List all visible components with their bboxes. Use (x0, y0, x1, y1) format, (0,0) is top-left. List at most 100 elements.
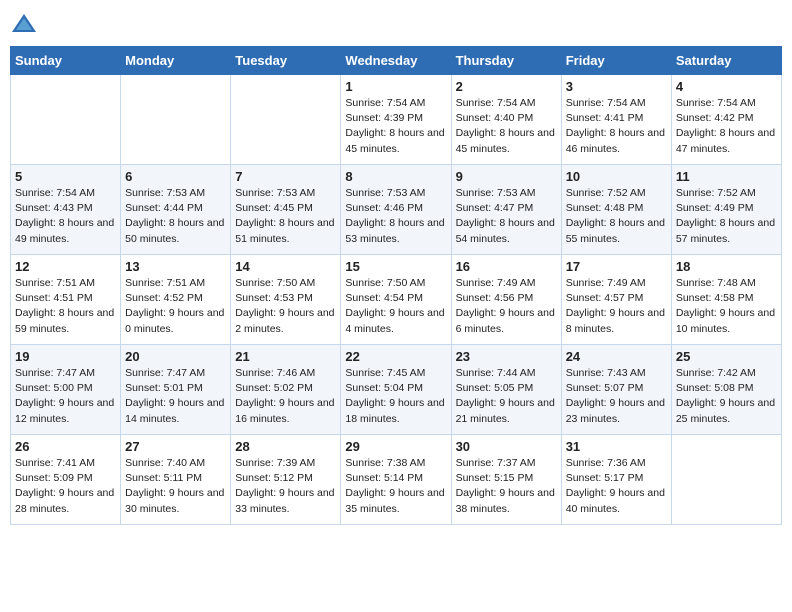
day-info: Sunrise: 7:37 AM Sunset: 5:15 PM Dayligh… (456, 456, 557, 517)
day-number: 6 (125, 169, 226, 184)
calendar-cell: 17 Sunrise: 7:49 AM Sunset: 4:57 PM Dayli… (561, 255, 671, 345)
day-info: Sunrise: 7:54 AM Sunset: 4:41 PM Dayligh… (566, 96, 667, 157)
day-info: Sunrise: 7:53 AM Sunset: 4:46 PM Dayligh… (345, 186, 446, 247)
day-info: Sunrise: 7:52 AM Sunset: 4:48 PM Dayligh… (566, 186, 667, 247)
day-info: Sunrise: 7:49 AM Sunset: 4:57 PM Dayligh… (566, 276, 667, 337)
day-info: Sunrise: 7:51 AM Sunset: 4:51 PM Dayligh… (15, 276, 116, 337)
day-number: 8 (345, 169, 446, 184)
day-number: 10 (566, 169, 667, 184)
calendar-cell (11, 75, 121, 165)
calendar-cell: 27 Sunrise: 7:40 AM Sunset: 5:11 PM Dayli… (121, 435, 231, 525)
weekday-header-friday: Friday (561, 47, 671, 75)
calendar-cell: 16 Sunrise: 7:49 AM Sunset: 4:56 PM Dayli… (451, 255, 561, 345)
weekday-header-sunday: Sunday (11, 47, 121, 75)
day-info: Sunrise: 7:50 AM Sunset: 4:54 PM Dayligh… (345, 276, 446, 337)
day-info: Sunrise: 7:36 AM Sunset: 5:17 PM Dayligh… (566, 456, 667, 517)
calendar-cell: 3 Sunrise: 7:54 AM Sunset: 4:41 PM Daylig… (561, 75, 671, 165)
day-number: 24 (566, 349, 667, 364)
day-info: Sunrise: 7:47 AM Sunset: 5:00 PM Dayligh… (15, 366, 116, 427)
calendar-cell: 15 Sunrise: 7:50 AM Sunset: 4:54 PM Dayli… (341, 255, 451, 345)
day-number: 28 (235, 439, 336, 454)
calendar-week-row: 1Sunrise: 7:54 AM Sunset: 4:39 PM Daylig… (11, 75, 782, 165)
day-info: Sunrise: 7:52 AM Sunset: 4:49 PM Dayligh… (676, 186, 777, 247)
calendar-cell (231, 75, 341, 165)
calendar-week-row: 12 Sunrise: 7:51 AM Sunset: 4:51 PM Dayli… (11, 255, 782, 345)
weekday-header-monday: Monday (121, 47, 231, 75)
calendar-cell: 6 Sunrise: 7:53 AM Sunset: 4:44 PM Daylig… (121, 165, 231, 255)
calendar-cell: 10 Sunrise: 7:52 AM Sunset: 4:48 PM Dayli… (561, 165, 671, 255)
weekday-header-thursday: Thursday (451, 47, 561, 75)
calendar-cell: 2Sunrise: 7:54 AM Sunset: 4:40 PM Daylig… (451, 75, 561, 165)
day-info: Sunrise: 7:44 AM Sunset: 5:05 PM Dayligh… (456, 366, 557, 427)
calendar-cell (121, 75, 231, 165)
day-number: 3 (566, 79, 667, 94)
day-number: 13 (125, 259, 226, 274)
calendar-cell: 19Sunrise: 7:47 AM Sunset: 5:00 PM Dayli… (11, 345, 121, 435)
calendar-cell: 9 Sunrise: 7:53 AM Sunset: 4:47 PM Daylig… (451, 165, 561, 255)
day-number: 9 (456, 169, 557, 184)
day-info: Sunrise: 7:53 AM Sunset: 4:44 PM Dayligh… (125, 186, 226, 247)
day-info: Sunrise: 7:38 AM Sunset: 5:14 PM Dayligh… (345, 456, 446, 517)
calendar-cell: 30 Sunrise: 7:37 AM Sunset: 5:15 PM Dayli… (451, 435, 561, 525)
weekday-header-wednesday: Wednesday (341, 47, 451, 75)
day-number: 16 (456, 259, 557, 274)
day-info: Sunrise: 7:45 AM Sunset: 5:04 PM Dayligh… (345, 366, 446, 427)
calendar-cell: 20 Sunrise: 7:47 AM Sunset: 5:01 PM Dayli… (121, 345, 231, 435)
calendar-week-row: 19Sunrise: 7:47 AM Sunset: 5:00 PM Dayli… (11, 345, 782, 435)
day-info: Sunrise: 7:43 AM Sunset: 5:07 PM Dayligh… (566, 366, 667, 427)
day-number: 23 (456, 349, 557, 364)
day-info: Sunrise: 7:54 AM Sunset: 4:43 PM Dayligh… (15, 186, 116, 247)
calendar-body: 1Sunrise: 7:54 AM Sunset: 4:39 PM Daylig… (11, 75, 782, 525)
day-number: 30 (456, 439, 557, 454)
calendar-cell: 21 Sunrise: 7:46 AM Sunset: 5:02 PM Dayli… (231, 345, 341, 435)
day-number: 27 (125, 439, 226, 454)
calendar-cell: 18 Sunrise: 7:48 AM Sunset: 4:58 PM Dayli… (671, 255, 781, 345)
page-header (10, 10, 782, 38)
day-info: Sunrise: 7:46 AM Sunset: 5:02 PM Dayligh… (235, 366, 336, 427)
day-info: Sunrise: 7:47 AM Sunset: 5:01 PM Dayligh… (125, 366, 226, 427)
calendar-cell: 14Sunrise: 7:50 AM Sunset: 4:53 PM Dayli… (231, 255, 341, 345)
day-info: Sunrise: 7:54 AM Sunset: 4:42 PM Dayligh… (676, 96, 777, 157)
calendar-cell: 25 Sunrise: 7:42 AM Sunset: 5:08 PM Dayli… (671, 345, 781, 435)
day-number: 18 (676, 259, 777, 274)
day-number: 22 (345, 349, 446, 364)
calendar-cell: 5Sunrise: 7:54 AM Sunset: 4:43 PM Daylig… (11, 165, 121, 255)
day-number: 12 (15, 259, 116, 274)
day-info: Sunrise: 7:42 AM Sunset: 5:08 PM Dayligh… (676, 366, 777, 427)
weekday-header-tuesday: Tuesday (231, 47, 341, 75)
day-info: Sunrise: 7:41 AM Sunset: 5:09 PM Dayligh… (15, 456, 116, 517)
day-number: 1 (345, 79, 446, 94)
day-number: 29 (345, 439, 446, 454)
calendar-cell: 24 Sunrise: 7:43 AM Sunset: 5:07 PM Dayli… (561, 345, 671, 435)
day-info: Sunrise: 7:51 AM Sunset: 4:52 PM Dayligh… (125, 276, 226, 337)
logo (10, 10, 42, 38)
day-info: Sunrise: 7:53 AM Sunset: 4:47 PM Dayligh… (456, 186, 557, 247)
day-number: 31 (566, 439, 667, 454)
day-info: Sunrise: 7:50 AM Sunset: 4:53 PM Dayligh… (235, 276, 336, 337)
calendar-cell: 13 Sunrise: 7:51 AM Sunset: 4:52 PM Dayli… (121, 255, 231, 345)
calendar-cell: 28Sunrise: 7:39 AM Sunset: 5:12 PM Dayli… (231, 435, 341, 525)
calendar-cell: 29 Sunrise: 7:38 AM Sunset: 5:14 PM Dayli… (341, 435, 451, 525)
calendar-cell: 26Sunrise: 7:41 AM Sunset: 5:09 PM Dayli… (11, 435, 121, 525)
day-number: 17 (566, 259, 667, 274)
weekday-header-saturday: Saturday (671, 47, 781, 75)
day-number: 15 (345, 259, 446, 274)
calendar-week-row: 26Sunrise: 7:41 AM Sunset: 5:09 PM Dayli… (11, 435, 782, 525)
calendar-cell: 4 Sunrise: 7:54 AM Sunset: 4:42 PM Daylig… (671, 75, 781, 165)
day-info: Sunrise: 7:49 AM Sunset: 4:56 PM Dayligh… (456, 276, 557, 337)
calendar-cell: 31 Sunrise: 7:36 AM Sunset: 5:17 PM Dayli… (561, 435, 671, 525)
calendar-cell: 22 Sunrise: 7:45 AM Sunset: 5:04 PM Dayli… (341, 345, 451, 435)
day-info: Sunrise: 7:40 AM Sunset: 5:11 PM Dayligh… (125, 456, 226, 517)
day-info: Sunrise: 7:53 AM Sunset: 4:45 PM Dayligh… (235, 186, 336, 247)
calendar-header: SundayMondayTuesdayWednesdayThursdayFrid… (11, 47, 782, 75)
day-number: 20 (125, 349, 226, 364)
day-number: 4 (676, 79, 777, 94)
day-number: 25 (676, 349, 777, 364)
day-info: Sunrise: 7:48 AM Sunset: 4:58 PM Dayligh… (676, 276, 777, 337)
weekday-header-row: SundayMondayTuesdayWednesdayThursdayFrid… (11, 47, 782, 75)
logo-icon (10, 10, 38, 38)
calendar-cell (671, 435, 781, 525)
calendar-cell: 23 Sunrise: 7:44 AM Sunset: 5:05 PM Dayli… (451, 345, 561, 435)
day-number: 21 (235, 349, 336, 364)
day-info: Sunrise: 7:54 AM Sunset: 4:40 PM Dayligh… (456, 96, 557, 157)
